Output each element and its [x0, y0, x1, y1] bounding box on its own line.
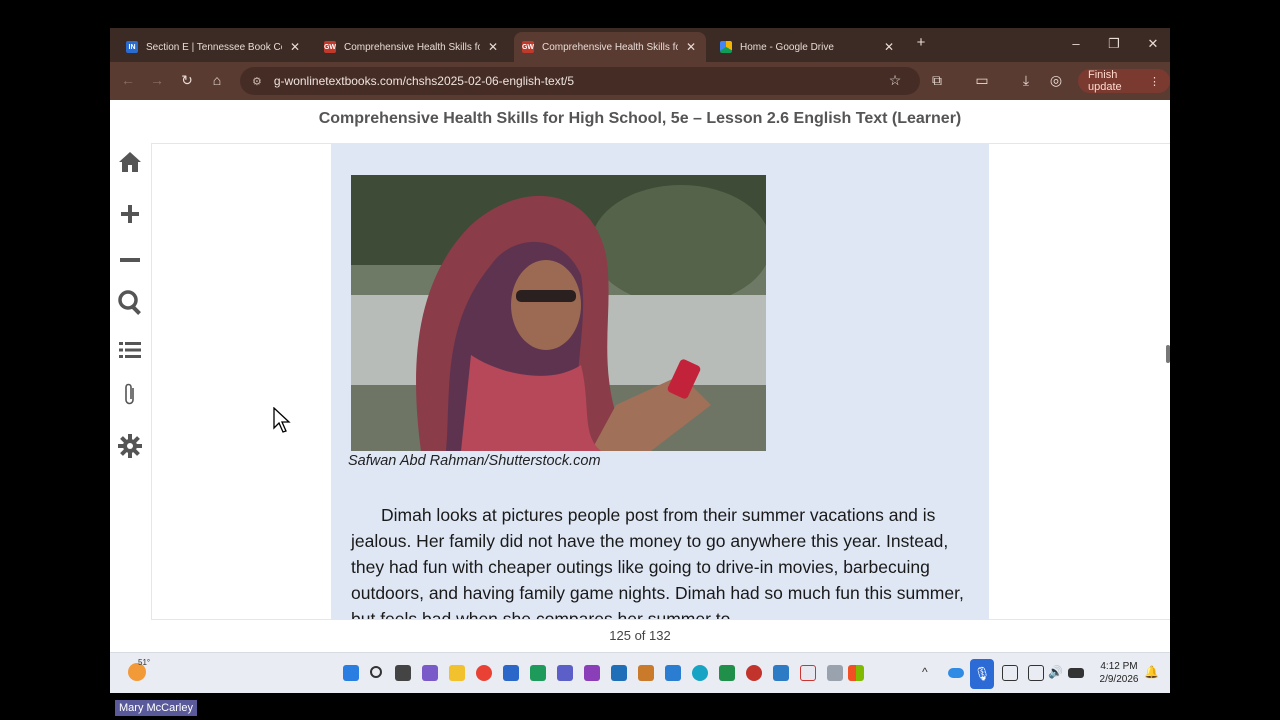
network-icon[interactable] — [1028, 665, 1044, 681]
task-view-icon[interactable] — [395, 665, 411, 681]
profile-icon[interactable]: ◎ — [1047, 72, 1065, 89]
taskbar: 51° ^ 🎙 🔊 4:12 PM 2/9/2026 🔔 — [110, 652, 1170, 693]
close-tab-icon[interactable]: ✕ — [882, 40, 896, 54]
active-app-icon[interactable] — [503, 665, 519, 681]
url-text: g-wonlinetextbooks.com/chshs2025-02-06-e… — [273, 74, 575, 88]
favicon-icon: GW — [324, 41, 336, 53]
copilot-icon[interactable] — [422, 665, 438, 681]
page-counter: 125 of 132 — [609, 628, 671, 643]
home-browser-icon[interactable]: ⌂ — [208, 72, 226, 88]
user-name-tag: Mary McCarley — [115, 700, 197, 716]
photo-woman-with-phone — [351, 175, 766, 451]
photo-credit: Safwan Abd Rahman/Shutterstock.com — [348, 453, 601, 469]
clock-time: 4:12 PM — [1100, 661, 1138, 672]
microsoft-icon[interactable] — [848, 665, 864, 681]
menu-kebab-icon: ⋮ — [1149, 75, 1160, 88]
finish-update-button[interactable]: Finish update ⋮ — [1078, 69, 1170, 93]
site-info-icon[interactable]: ⚙ — [252, 75, 262, 88]
scrollbar-thumb[interactable] — [1166, 345, 1170, 363]
search-icon[interactable] — [116, 288, 144, 316]
mouse-cursor-icon — [273, 406, 291, 438]
finish-update-label: Finish update — [1088, 69, 1122, 93]
volume-icon[interactable]: 🔊 — [1048, 665, 1064, 681]
extensions-icon[interactable]: ⧉ — [928, 72, 946, 89]
page-viewer[interactable]: Safwan Abd Rahman/Shutterstock.com Dimah… — [151, 143, 1170, 620]
microphone-icon[interactable]: 🎙 — [970, 659, 994, 689]
clock-date: 2/9/2026 — [1099, 674, 1139, 685]
notification-bell-icon[interactable]: 🔔 — [1144, 665, 1160, 681]
pdf-icon[interactable] — [800, 665, 816, 681]
book-page: Safwan Abd Rahman/Shutterstock.com Dimah… — [331, 144, 989, 620]
tab-title: Section E | Tennessee Book Co. — [146, 41, 282, 53]
clock[interactable]: 4:12 PM 2/9/2026 — [1090, 660, 1148, 686]
edge-icon[interactable] — [692, 665, 708, 681]
tab-health-skills-2[interactable]: GW Comprehensive Health Skills fo ✕ — [514, 32, 706, 62]
snipping-icon[interactable] — [827, 665, 843, 681]
tab-google-drive[interactable]: Home - Google Drive ✕ — [712, 32, 904, 62]
app-icon-blue[interactable] — [773, 665, 789, 681]
paragraph-text: Dimah looks at pictures people post from… — [351, 505, 964, 620]
body-paragraph: Dimah looks at pictures people post from… — [351, 502, 981, 620]
drive-icon — [720, 41, 732, 53]
start-icon[interactable] — [343, 665, 359, 681]
forward-icon[interactable]: → — [148, 72, 166, 88]
browser-toolbar: ← → ↻ ⌂ ⚙ g-wonlinetextbooks.com/chshs20… — [110, 62, 1170, 100]
back-icon[interactable]: ← — [119, 72, 137, 88]
onenote-icon[interactable] — [584, 665, 600, 681]
file-explorer-icon[interactable] — [449, 665, 465, 681]
browser-window: IN Section E | Tennessee Book Co. ✕ GW C… — [110, 28, 1170, 693]
weather-temp: 51° — [138, 658, 151, 667]
store-icon[interactable] — [611, 665, 627, 681]
minimize-button[interactable]: – — [1066, 36, 1086, 51]
restore-button[interactable]: ❐ — [1104, 36, 1124, 52]
favicon-icon: GW — [522, 41, 534, 53]
tray-icon[interactable] — [1002, 665, 1018, 681]
reload-icon[interactable]: ↻ — [178, 72, 196, 89]
tab-health-skills-1[interactable]: GW Comprehensive Health Skills fo ✕ — [316, 32, 508, 62]
close-tab-icon[interactable]: ✕ — [288, 40, 302, 54]
book-title: Comprehensive Health Skills for High Sch… — [318, 110, 962, 127]
new-tab-button[interactable]: + — [911, 34, 931, 51]
chrome-icon[interactable] — [476, 665, 492, 681]
tab-bar: IN Section E | Tennessee Book Co. ✕ GW C… — [110, 28, 1170, 62]
download-icon[interactable]: ⤓ — [1017, 72, 1035, 89]
favicon-icon: IN — [126, 41, 138, 53]
battery-icon[interactable] — [1068, 668, 1084, 678]
chevron-up-icon[interactable]: ^ — [922, 665, 938, 681]
onedrive-icon[interactable] — [948, 668, 964, 678]
taskbar-search-icon[interactable] — [370, 666, 382, 678]
cast-icon[interactable]: ▭ — [973, 72, 991, 89]
zoom-out-icon[interactable] — [116, 246, 144, 274]
page-content: Comprehensive Health Skills for High Sch… — [110, 100, 1170, 693]
tab-title: Comprehensive Health Skills fo — [344, 41, 480, 53]
attachment-icon[interactable] — [116, 380, 144, 408]
address-bar[interactable]: ⚙ g-wonlinetextbooks.com/chshs2025-02-06… — [240, 67, 920, 95]
toc-icon[interactable] — [116, 336, 144, 364]
app-icon-orange[interactable] — [638, 665, 654, 681]
teams-icon[interactable] — [557, 665, 573, 681]
close-window-button[interactable]: ✕ — [1143, 36, 1163, 52]
close-tab-icon[interactable]: ✕ — [684, 40, 698, 54]
close-tab-icon[interactable]: ✕ — [486, 40, 500, 54]
tab-title: Home - Google Drive — [740, 41, 834, 53]
tab-tennessee-book[interactable]: IN Section E | Tennessee Book Co. ✕ — [118, 32, 310, 62]
zoom-in-icon[interactable] — [116, 200, 144, 228]
bookmark-star-icon[interactable]: ☆ — [886, 72, 904, 89]
excel-icon[interactable] — [719, 665, 735, 681]
tab-title: Comprehensive Health Skills fo — [542, 41, 678, 53]
outlook-icon[interactable] — [665, 665, 681, 681]
settings-icon[interactable] — [116, 432, 144, 460]
app-icon-red[interactable] — [746, 665, 762, 681]
app-icon-green[interactable] — [530, 665, 546, 681]
home-icon[interactable] — [116, 148, 144, 176]
